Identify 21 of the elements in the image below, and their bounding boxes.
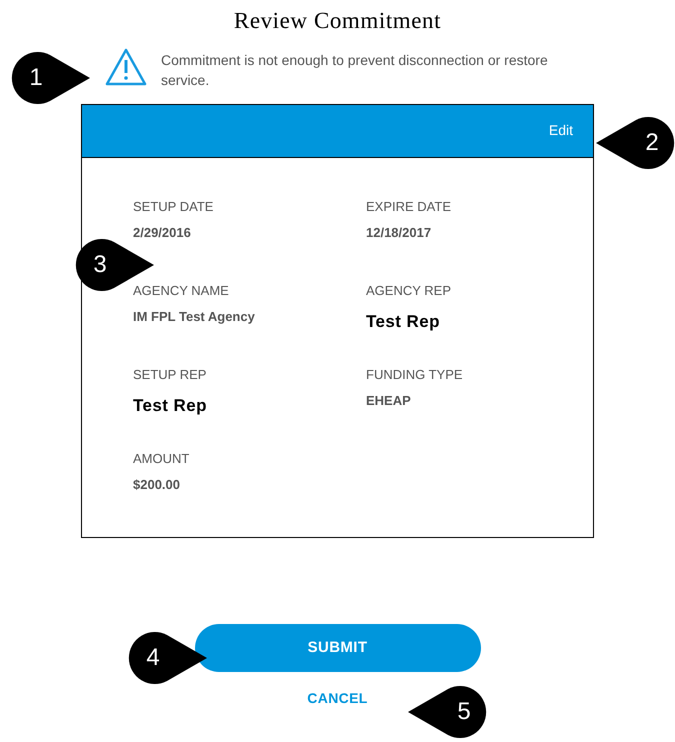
warning-icon: [105, 48, 147, 86]
field-label: EXPIRE DATE: [366, 198, 452, 216]
cancel-link[interactable]: CANCEL: [307, 688, 368, 709]
edit-link[interactable]: Edit: [548, 120, 573, 140]
field-value: Test Rep: [366, 312, 440, 332]
field-label: SETUP REP: [133, 366, 206, 384]
field-value: Test Rep: [133, 396, 207, 416]
field-label: AMOUNT: [133, 450, 190, 468]
field-label: AGENCY REP: [366, 282, 452, 300]
field-label: FUNDING TYPE: [366, 366, 463, 384]
submit-button[interactable]: SUBMIT: [194, 624, 480, 672]
field-value: 12/18/2017: [366, 224, 432, 242]
field-label: SETUP DATE: [133, 198, 214, 216]
callout-badge: 2: [596, 115, 675, 171]
field-value: 2/29/2016: [133, 224, 191, 242]
field-value: EHEAP: [366, 392, 411, 410]
field-value: $200.00: [133, 476, 180, 494]
page-title: Review Commitment: [234, 7, 442, 35]
field-label: AGENCY NAME: [133, 282, 229, 300]
warning-message: Commitment is not enough to prevent disconnection or restore service.: [161, 51, 549, 90]
field-value: IM FPL Test Agency: [133, 308, 255, 326]
